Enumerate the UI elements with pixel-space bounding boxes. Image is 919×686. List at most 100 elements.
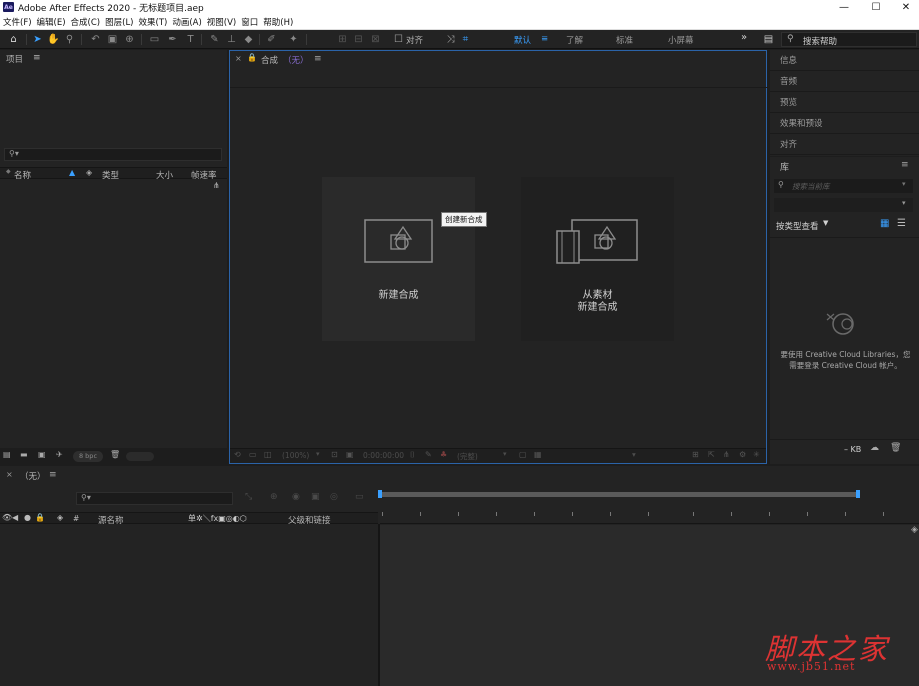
puppet-tool-icon[interactable]: ✦ xyxy=(287,33,300,46)
hand-tool-icon[interactable]: ✋ xyxy=(47,33,60,46)
draft-3d-icon[interactable]: ⊕ xyxy=(270,492,278,502)
vr-icon[interactable]: ◫ xyxy=(264,450,272,459)
zoom-tool-icon[interactable]: ⚲ xyxy=(63,33,76,46)
exposure-icon[interactable]: ✳ xyxy=(753,450,760,459)
comp-button-icon[interactable]: ◈ xyxy=(911,525,918,535)
show-snapshot-icon[interactable]: ✎ xyxy=(425,450,432,459)
timeline-icon[interactable]: ⇱ xyxy=(708,450,715,459)
search-help-field[interactable]: ⚲ 搜索帮助 xyxy=(781,32,917,47)
close-tab-icon[interactable]: × xyxy=(235,54,242,63)
label-tag-icon[interactable]: ◈ xyxy=(86,168,92,177)
menu-layer[interactable]: 图层(L) xyxy=(105,16,133,28)
resolution-dropdown[interactable]: (完整) xyxy=(457,451,478,462)
align-panel-tab[interactable]: 对齐 xyxy=(770,134,919,155)
workspace-learn[interactable]: 了解 xyxy=(566,34,583,46)
frame-blending-icon[interactable]: ▣ xyxy=(311,492,320,502)
menu-view[interactable]: 视图(V) xyxy=(207,16,236,28)
column-source-name[interactable]: 源名称 xyxy=(98,514,124,526)
library-search-chevron-icon[interactable]: ▾ xyxy=(902,180,906,188)
lock-icon[interactable]: 🔒 xyxy=(247,53,257,62)
column-parent-link[interactable]: 父级和链接 xyxy=(288,514,331,526)
timeline-search-input[interactable]: ⚲▾ xyxy=(76,492,233,505)
column-type[interactable]: 类型 xyxy=(102,169,119,181)
menu-help[interactable]: 帮助(H) xyxy=(263,16,293,28)
info-panel-tab[interactable]: 信息 xyxy=(770,50,919,71)
snap-options-icon[interactable]: ⤨ xyxy=(444,33,457,46)
sync-settings-icon[interactable]: ▤ xyxy=(762,33,775,46)
type-tool-icon[interactable]: T xyxy=(184,33,197,46)
views-dropdown-icon[interactable]: ▾ xyxy=(632,450,636,459)
workspace-default-menu-icon[interactable]: ≡ xyxy=(541,34,548,44)
new-folder-icon[interactable]: ▬ xyxy=(20,450,28,459)
grid-view-icon[interactable]: ▦ xyxy=(880,218,889,229)
minimize-button[interactable]: — xyxy=(829,0,859,14)
maximize-button[interactable]: ☐ xyxy=(861,0,891,14)
flowchart-icon[interactable]: ⋔ xyxy=(723,450,730,459)
composition-tab-state[interactable]: （无） xyxy=(283,54,309,66)
composition-tab-label[interactable]: 合成 xyxy=(261,54,278,66)
work-area-start-handle[interactable] xyxy=(378,490,382,498)
axis-world-icon[interactable]: ⊟ xyxy=(352,33,365,46)
zoom-dropdown[interactable]: (100%) xyxy=(282,451,309,460)
pen-tool-icon[interactable]: ✒ xyxy=(166,33,179,46)
rectangle-tool-icon[interactable]: ▭ xyxy=(148,33,161,46)
graph-editor-icon[interactable]: ▭ xyxy=(355,492,364,502)
axis-local-icon[interactable]: ⊞ xyxy=(336,33,349,46)
monitor-icon[interactable]: ▭ xyxy=(249,450,257,459)
list-view-icon[interactable]: ☰ xyxy=(897,218,906,229)
composition-menu-icon[interactable]: ≡ xyxy=(314,54,322,64)
solo-icon[interactable]: ● xyxy=(24,513,31,522)
menu-animation[interactable]: 动画(A) xyxy=(172,16,201,28)
menu-window[interactable]: 窗口 xyxy=(241,16,258,28)
libraries-title[interactable]: 库 xyxy=(780,160,789,173)
effects-presets-panel-tab[interactable]: 效果和预设 xyxy=(770,113,919,134)
video-visibility-icon[interactable]: 👁 xyxy=(2,513,12,522)
audio-panel-tab[interactable]: 音频 xyxy=(770,71,919,92)
library-selector[interactable]: ▾ xyxy=(774,198,913,212)
view-by-chevron-icon[interactable]: ▼ xyxy=(823,219,828,227)
axis-view-icon[interactable]: ⊠ xyxy=(369,33,382,46)
comp-mini-flowchart-icon[interactable]: ⤡ xyxy=(245,492,252,502)
snap-label[interactable]: 对齐 xyxy=(406,34,423,46)
label-tag-icon[interactable]: ◈ xyxy=(57,513,63,522)
add-content-icon[interactable]: ☁ xyxy=(870,443,879,453)
brush-tool-icon[interactable]: ✎ xyxy=(208,33,221,46)
zoom-chevron-icon[interactable]: ▾ xyxy=(316,450,320,458)
view-by-type-label[interactable]: 按类型查看 xyxy=(776,220,819,232)
column-size[interactable]: 大小 xyxy=(156,169,173,181)
rotation-tool-icon[interactable]: ↶ xyxy=(89,33,102,46)
project-search-input[interactable]: ⚲▾ xyxy=(4,148,222,161)
preview-panel-tab[interactable]: 预览 xyxy=(770,92,919,113)
more-workspaces-icon[interactable]: » xyxy=(741,32,747,43)
close-button[interactable]: ✕ xyxy=(891,0,919,14)
thumbnail-slider[interactable] xyxy=(126,452,154,461)
new-composition-card[interactable]: 新建合成 xyxy=(322,177,475,341)
motion-blur-icon[interactable]: ◎ xyxy=(330,492,338,502)
camera-tool-icon[interactable]: ▣ xyxy=(106,33,119,46)
menu-edit[interactable]: 编辑(E) xyxy=(37,16,66,28)
title-safe-icon[interactable]: ⊡ xyxy=(331,450,338,459)
adjust-project-icon[interactable]: ✈ xyxy=(56,450,63,459)
snapshot-icon[interactable]: ⌷ xyxy=(410,450,415,460)
roto-brush-tool-icon[interactable]: ✐ xyxy=(265,33,278,46)
mask-visibility-icon[interactable]: ▣ xyxy=(346,450,354,459)
timeline-tab-label[interactable]: （无） xyxy=(20,470,46,482)
delete-icon[interactable]: 🗑 xyxy=(110,450,120,459)
region-of-interest-icon[interactable]: ▢ xyxy=(519,450,527,459)
workspace-small-screen[interactable]: 小屏幕 xyxy=(668,34,694,46)
library-search-input[interactable]: ⚲ 搜索当前库 ▾ xyxy=(774,179,913,193)
close-tab-icon[interactable]: × xyxy=(6,470,13,479)
delete-icon[interactable]: 🗑 xyxy=(890,443,901,453)
current-time[interactable]: 0:00:00:00 xyxy=(363,451,404,460)
eraser-tool-icon[interactable]: ◆ xyxy=(242,33,255,46)
interpret-footage-icon[interactable]: ▤ xyxy=(3,450,11,459)
flowchart-icon[interactable]: ⋔ xyxy=(213,181,220,190)
sort-ascending-icon[interactable]: ▲ xyxy=(69,168,75,177)
home-icon[interactable]: ⌂ xyxy=(7,33,20,46)
project-panel-title[interactable]: 项目 xyxy=(6,53,23,65)
workspace-standard[interactable]: 标准 xyxy=(616,34,633,46)
snap-target-icon[interactable]: ⌗ xyxy=(459,33,472,46)
column-frame-rate[interactable]: 帧速率 xyxy=(191,169,217,181)
fast-previews-icon[interactable]: ⊞ xyxy=(692,450,699,459)
new-composition-icon[interactable]: ▣ xyxy=(38,450,46,459)
